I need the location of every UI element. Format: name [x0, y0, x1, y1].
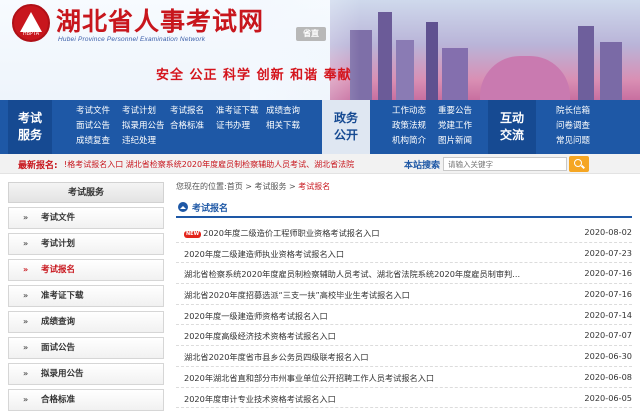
list-item-date: 2020-08-02 [584, 227, 632, 237]
list-item-title[interactable]: 2020年湖北省直和部分市州事业单位公开招聘工作人员考试报名入口 [184, 372, 544, 384]
double-chevron-right-icon: » [23, 265, 29, 274]
site-title: 湖北省人事考试网 [56, 7, 265, 36]
list-item[interactable]: 2020年度审计专业技术资格考试报名入口 2020-06-05 [176, 388, 632, 409]
search-input[interactable] [443, 157, 567, 171]
latest-registration-bar: 最新报名: !格考试报名入口 湖北省检察系统2020年度雇员制检察辅助人员考试、… [0, 154, 640, 174]
nav-link-interview-notice[interactable]: 面试公告 [76, 120, 122, 133]
sidebar-item-exam-files[interactable]: » 考试文件 [8, 207, 164, 229]
nav-heading-exam-service[interactable]: 考试 服务 [8, 100, 52, 154]
nav-heading-gov-affairs[interactable]: 政务 公开 [322, 100, 370, 154]
nav-link-exam-files[interactable]: 考试文件 [76, 105, 122, 118]
nav-link-organization[interactable]: 机构简介 [392, 135, 438, 148]
double-chevron-right-icon: » [23, 239, 29, 248]
list-item-title[interactable]: 2020年度二级造价工程师职业资格考试报名入口 [203, 228, 379, 238]
list-item-title[interactable]: 2020年度高级经济技术资格考试报名入口 [184, 330, 544, 342]
list-item[interactable]: 2020年湖北省直和部分市州事业单位公开招聘工作人员考试报名入口 2020-06… [176, 367, 632, 388]
list-item-date: 2020-07-16 [584, 289, 632, 300]
nav-link-director-mailbox[interactable]: 院长信箱 [556, 105, 602, 118]
breadcrumb-home[interactable]: 首页 [227, 182, 243, 191]
sidebar-item-score-query[interactable]: » 成绩查询 [8, 311, 164, 333]
main-nav: 考试 服务 考试文件 考试计划 考试报名 准考证下载 成绩查询 面试公告 拟录用… [0, 100, 640, 154]
list-item-title[interactable]: 湖北省2020年度招募选派“三支一扶”高校毕业生考试报名入口 [184, 289, 544, 301]
nav-links-gov-affairs: 工作动态 重要公告 政策法规 党建工作 机构简介 图片新闻 [392, 105, 484, 148]
city-skyline-image [330, 0, 640, 100]
breadcrumb-separator: > [242, 182, 255, 191]
nav-link-faq[interactable]: 常见问题 [556, 135, 602, 148]
nav-links-exam-service: 考试文件 考试计划 考试报名 准考证下载 成绩查询 面试公告 拟录用公告 合格标… [76, 105, 312, 148]
new-badge: NEW [184, 231, 202, 238]
nav-link-score-query[interactable]: 成绩查询 [266, 105, 312, 118]
list-item-date: 2020-07-14 [584, 309, 632, 320]
list-item-date: 2020-07-16 [584, 268, 632, 279]
sidebar-item-interview-notice[interactable]: » 面试公告 [8, 337, 164, 359]
sidebar-item-exam-registration[interactable]: » 考试报名 [8, 259, 164, 281]
sidebar-item-proposed-hire-notice[interactable]: » 拟录用公告 [8, 363, 164, 385]
list-item[interactable]: 湖北省检察系统2020年度雇员制检察辅助人员考试、湖北省法院系统2020年度雇员… [176, 263, 632, 285]
nav-link-party-building[interactable]: 党建工作 [438, 120, 484, 133]
sidebar: 考试服务 » 考试文件 » 考试计划 » 考试报名 » 准考证下载 » 成绩查询… [8, 182, 164, 411]
nav-heading-interaction[interactable]: 互动 交流 [488, 100, 536, 154]
list-item-date: 2020-07-23 [584, 247, 632, 258]
double-chevron-right-icon: » [23, 317, 29, 326]
list-item-date: 2020-07-07 [584, 330, 632, 341]
section-title-bar: 考试报名 [176, 198, 632, 218]
site-slogan: 安全 公正 科学 创新 和谐 奉献 [156, 68, 352, 83]
latest-ticker[interactable]: !格考试报名入口 湖北省检察系统2020年度雇员制检察辅助人员考试、湖北省法院 [64, 159, 392, 170]
latest-label: 最新报名: [18, 161, 58, 171]
list-item[interactable]: 2020年度二级建造师执业资格考试报名入口 2020-07-23 [176, 243, 632, 264]
nav-link-score-review[interactable]: 成绩复查 [76, 135, 122, 148]
section-bullet-icon [178, 202, 188, 212]
double-chevron-right-icon: » [23, 395, 29, 404]
list-item[interactable]: NEW 2020年度二级造价工程师职业资格考试报名入口 2020-08-02 [176, 222, 632, 243]
double-chevron-right-icon: » [23, 213, 29, 222]
nav-link-photo-news[interactable]: 图片新闻 [438, 135, 484, 148]
region-select-button[interactable]: 省直 [296, 27, 326, 41]
nav-link-certificate[interactable]: 证书办理 [216, 120, 266, 133]
list-item-title[interactable]: 2020年度一级建造师资格考试报名入口 [184, 310, 544, 322]
double-chevron-right-icon: » [23, 343, 29, 352]
nav-link-policies[interactable]: 政策法规 [392, 120, 438, 133]
nav-link-exam-registration[interactable]: 考试报名 [170, 105, 216, 118]
nav-link-qualification-standard[interactable]: 合格标准 [170, 120, 216, 133]
list-item-title[interactable]: 2020年度审计专业技术资格考试报名入口 [184, 393, 544, 405]
list-item-date: 2020-06-05 [584, 392, 632, 403]
breadcrumb-current: 考试报名 [298, 182, 331, 191]
search-button[interactable] [569, 156, 589, 172]
list-item-date: 2020-06-08 [584, 371, 632, 382]
list-item-title[interactable]: 2020年度二级建造师执业资格考试报名入口 [184, 248, 544, 260]
site-banner: HBPTA 湖北省人事考试网 Hubei Province Personnel … [0, 0, 640, 100]
list-item[interactable]: 2020年度一级建造师资格考试报名入口 2020-07-14 [176, 305, 632, 326]
site-logo[interactable]: HBPTA [12, 4, 50, 42]
nav-link-proposed-hire-notice[interactable]: 拟录用公告 [122, 120, 170, 133]
double-chevron-right-icon: » [23, 369, 29, 378]
list-item-date: 2020-06-30 [584, 351, 632, 362]
breadcrumb-separator: > [286, 182, 299, 191]
nav-links-interaction: 院长信箱 问卷调查 常见问题 [556, 105, 602, 148]
nav-link-exam-plan[interactable]: 考试计划 [122, 105, 170, 118]
list-item-title[interactable]: 湖北省检察系统2020年度雇员制检察辅助人员考试、湖北省法院系统2020年度雇员… [184, 268, 544, 280]
breadcrumb: 您现在的位置:首页 > 考试服务 > 考试报名 [176, 181, 330, 192]
sidebar-item-admission-ticket[interactable]: » 准考证下载 [8, 285, 164, 307]
nav-link-violation-handling[interactable]: 违纪处理 [122, 135, 170, 148]
registration-list: NEW 2020年度二级造价工程师职业资格考试报名入口 2020-08-02 20… [176, 222, 632, 409]
nav-link-survey[interactable]: 问卷调查 [556, 120, 602, 133]
list-item[interactable]: 湖北省2020年度招募选派“三支一扶”高校毕业生考试报名入口 2020-07-1… [176, 284, 632, 305]
nav-link-important-notice[interactable]: 重要公告 [438, 105, 484, 118]
breadcrumb-prefix: 您现在的位置: [176, 182, 227, 191]
double-chevron-right-icon: » [23, 291, 29, 300]
section-title: 考试报名 [192, 204, 229, 214]
breadcrumb-parent[interactable]: 考试服务 [255, 182, 287, 191]
site-subtitle: Hubei Province Personnel Examination Net… [58, 36, 206, 43]
nav-link-downloads[interactable]: 相关下载 [266, 120, 312, 133]
sidebar-heading: 考试服务 [8, 182, 164, 203]
list-item-title[interactable]: 湖北省2020年度省市县乡公务员四级联考报名入口 [184, 351, 544, 363]
sidebar-item-exam-plan[interactable]: » 考试计划 [8, 233, 164, 255]
list-item[interactable]: 湖北省2020年度省市县乡公务员四级联考报名入口 2020-06-30 [176, 346, 632, 367]
logo-text: HBPTA [22, 31, 40, 37]
nav-link-admission-ticket[interactable]: 准考证下载 [216, 105, 266, 118]
search-label: 本站搜索 [404, 161, 441, 171]
nav-link-work-news[interactable]: 工作动态 [392, 105, 438, 118]
sidebar-item-qualification-standard[interactable]: » 合格标准 [8, 389, 164, 411]
list-item[interactable]: 2020年度高级经济技术资格考试报名入口 2020-07-07 [176, 325, 632, 347]
